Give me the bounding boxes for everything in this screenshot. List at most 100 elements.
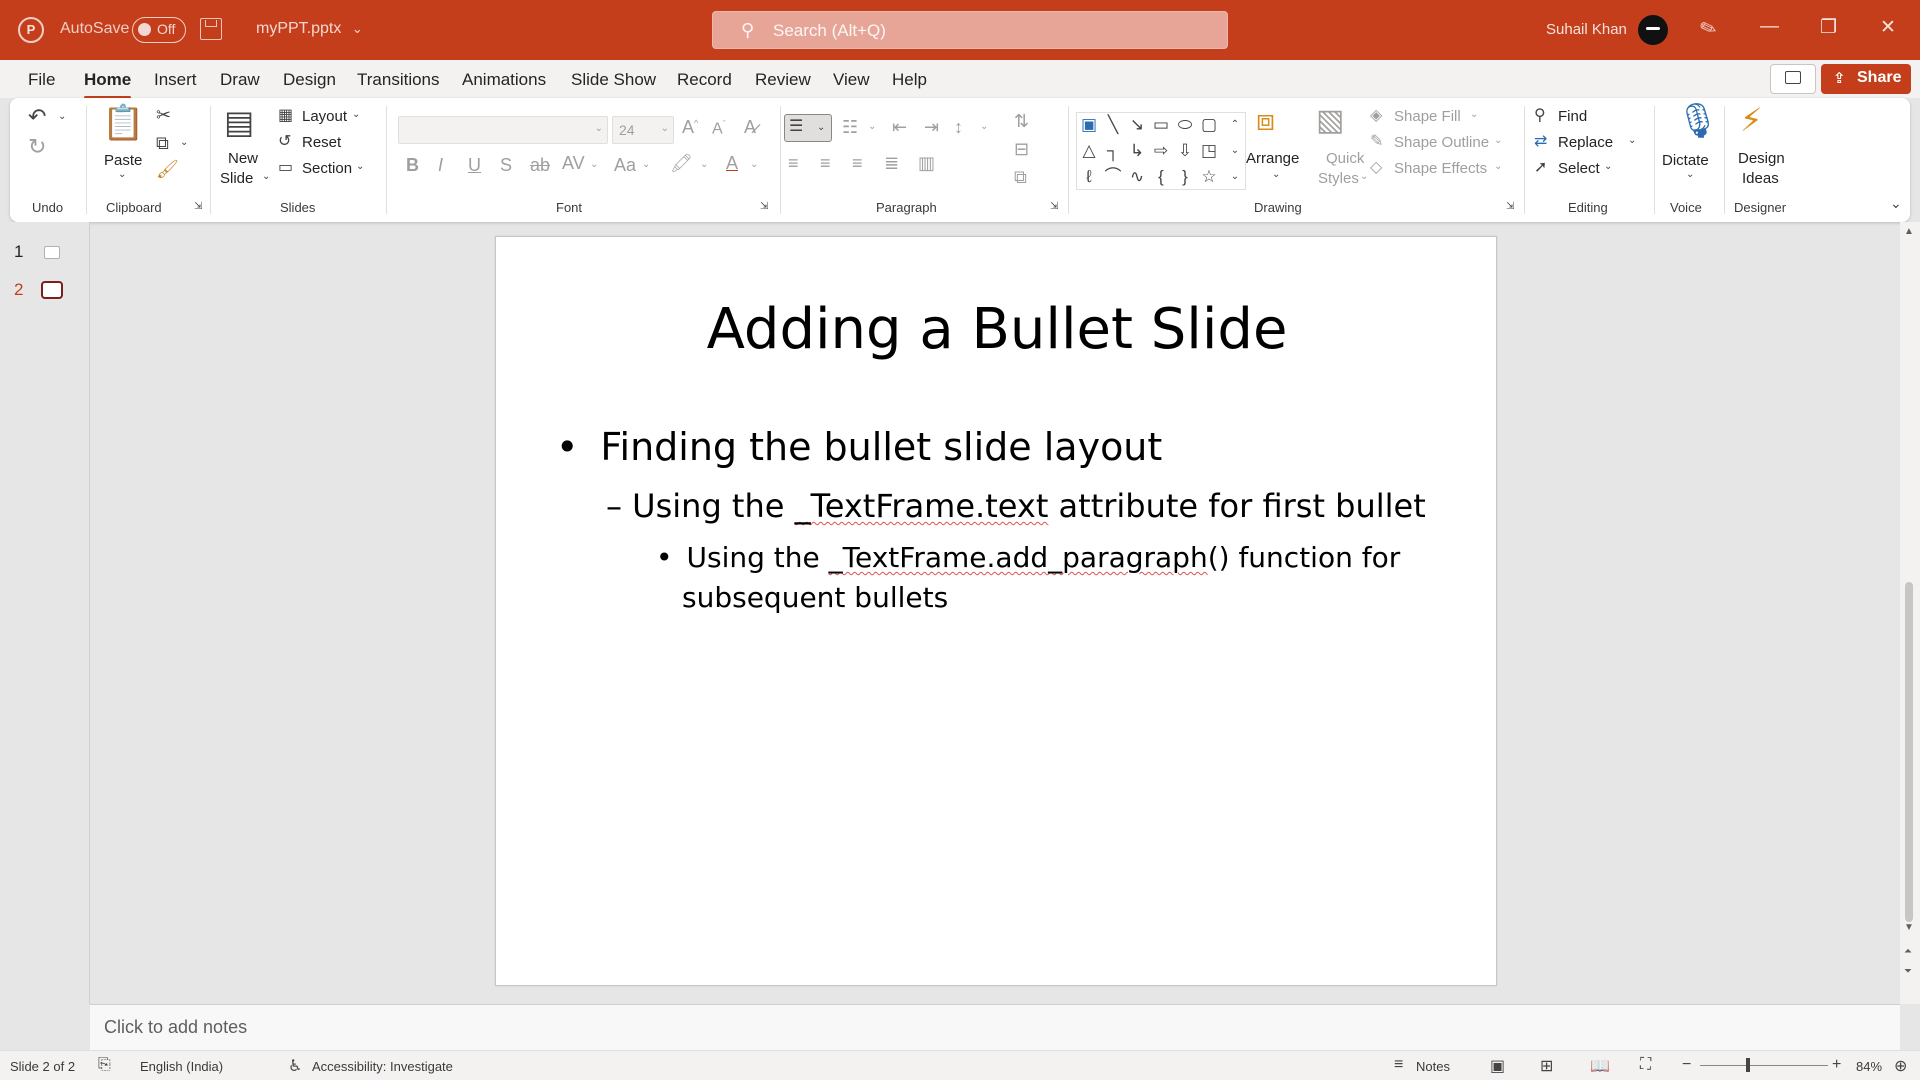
zoom-out-icon[interactable]: − [1682,1056,1691,1074]
text-direction-icon[interactable]: ⇅ [1014,112,1029,130]
shape-fill-button[interactable]: Shape Fill [1394,108,1461,125]
tab-review[interactable]: Review [755,70,811,90]
slide-canvas[interactable]: Adding a Bullet Slide • Finding the bulle… [495,236,1497,986]
right-arrow-shape-icon[interactable]: ⇨ [1149,139,1173,163]
restore-icon[interactable]: ❐ [1820,16,1837,39]
chevron-down-icon[interactable]: ⌄ [1604,162,1612,172]
scribble-shape-icon[interactable]: ℓ [1077,165,1101,189]
curve-shape-icon[interactable]: ∿ [1125,165,1149,189]
bullets-button[interactable]: ☰ ⌄ [784,114,832,142]
pen-icon[interactable]: ✎ [1696,14,1720,43]
normal-view-icon[interactable]: ▣ [1490,1056,1505,1076]
zoom-slider[interactable] [1700,1065,1828,1066]
tab-slide-show[interactable]: Slide Show [571,70,656,90]
chevron-down-icon[interactable]: ⌄ [262,172,270,182]
line-spacing-icon[interactable]: ↕ [954,118,963,136]
gallery-expand-icon[interactable]: ⌄ [1223,165,1247,189]
slide-sorter-icon[interactable]: ⊞ [1540,1056,1553,1076]
dialog-launcher-icon[interactable]: ⇲ [760,202,768,212]
clear-formatting-icon[interactable]: A̷ [744,118,756,136]
dialog-launcher-icon[interactable]: ⇲ [1506,202,1514,212]
align-left-icon[interactable]: ≡ [788,154,799,172]
quick-styles-label-1[interactable]: Quick [1326,150,1364,167]
chevron-down-icon[interactable]: ⌄ [58,112,66,122]
change-case-icon[interactable]: Aa [614,156,636,174]
chevron-down-icon[interactable]: ⌄ [868,122,876,132]
chevron-down-icon[interactable]: ⌄ [1470,110,1478,120]
tab-design[interactable]: Design [283,70,336,90]
layout-icon[interactable]: ▦ [278,108,293,124]
cut-icon[interactable]: ✂ [156,106,171,124]
tab-draw[interactable]: Draw [220,70,260,90]
accessibility-icon[interactable]: ♿ [288,1056,302,1076]
slide-title[interactable]: Adding a Bullet Slide [496,297,1498,362]
vertical-scrollbar[interactable]: ▲ ▼ ⏶ ⏷ [1900,222,1920,1004]
align-text-icon[interactable]: ⊟ [1014,140,1029,158]
autosave-toggle[interactable]: Off [132,17,186,43]
search-box[interactable]: ⚲ Search (Alt+Q) [712,11,1228,49]
down-arrow-shape-icon[interactable]: ⇩ [1173,139,1197,163]
paste-icon[interactable]: 📋 [102,106,144,140]
decrease-indent-icon[interactable]: ⇤ [892,118,907,136]
chevron-down-icon[interactable]: ⌄ [750,160,758,170]
spelling-check-icon[interactable]: ⎘ [98,1056,111,1074]
italic-icon[interactable]: I [438,156,443,174]
section-icon[interactable]: ▭ [278,160,293,176]
file-name-menu[interactable]: myPPT.pptx ⌄ [256,20,363,38]
chevron-down-icon[interactable]: ⌄ [1686,170,1694,180]
oval-shape-icon[interactable]: ⬭ [1173,113,1197,137]
chevron-down-icon[interactable]: ⌄ [1494,162,1502,172]
character-spacing-icon[interactable]: AV [562,154,585,172]
dialog-launcher-icon[interactable]: ⇲ [1050,202,1058,212]
copy-icon[interactable]: ⧉ [156,134,169,152]
undo-icon[interactable]: ↶ [28,106,46,128]
replace-button[interactable]: Replace [1558,134,1613,151]
design-ideas-label-2[interactable]: Ideas [1742,170,1779,187]
arc-shape-icon[interactable]: ⌒ [1101,165,1125,189]
reset-icon[interactable]: ↺ [278,134,291,150]
chevron-down-icon[interactable]: ⌄ [642,160,650,170]
format-painter-icon[interactable]: 🖌 [156,160,179,178]
slide-thumbnail-2[interactable] [41,281,63,299]
left-brace-shape-icon[interactable]: { [1149,165,1173,189]
save-icon[interactable] [200,18,222,40]
tab-view[interactable]: View [833,70,870,90]
shape-effects-icon[interactable]: ◇ [1370,160,1382,176]
star-shape-icon[interactable]: ☆ [1197,165,1221,189]
tab-transitions[interactable]: Transitions [357,70,440,90]
tab-file[interactable]: File [28,70,55,90]
reading-view-icon[interactable]: 📖 [1590,1056,1610,1076]
arrange-icon[interactable]: ⧈ [1256,106,1275,136]
align-right-icon[interactable]: ≡ [852,154,863,172]
new-slide-label-2[interactable]: Slide [220,170,253,187]
ribbon-collapse-icon[interactable]: ⌄ [1890,196,1902,210]
share-button[interactable]: ⇪ Share [1821,64,1911,94]
tab-record[interactable]: Record [677,70,732,90]
scroll-up-icon[interactable]: ▲ [1904,226,1914,237]
user-name[interactable]: Suhail Khan [1546,21,1627,38]
find-icon[interactable]: ⚲ [1534,108,1546,124]
chevron-down-icon[interactable]: ⌄ [980,122,988,132]
bold-icon[interactable]: B [406,156,419,174]
line-shape-icon[interactable]: ╲ [1101,113,1125,137]
font-color-icon[interactable]: A [726,154,738,172]
rounded-rectangle-shape-icon[interactable]: ▢ [1197,113,1221,137]
elbow-arrow-shape-icon[interactable]: ↳ [1125,139,1149,163]
tab-animations[interactable]: Animations [462,70,546,90]
design-ideas-icon[interactable]: ⚡ [1740,104,1762,136]
chevron-down-icon[interactable]: ⌄ [1272,170,1280,180]
reset-button[interactable]: Reset [302,134,341,151]
shape-fill-icon[interactable]: ◈ [1370,108,1382,124]
increase-font-icon[interactable]: A^ [682,118,698,136]
bullet-level-2[interactable]: – Using the _TextFrame.text attribute fo… [606,487,1426,525]
close-icon[interactable]: ✕ [1880,16,1896,39]
chevron-down-icon[interactable]: ⌄ [180,138,188,148]
shadow-icon[interactable]: S [500,156,512,174]
highlight-icon[interactable]: 🖍 [670,154,693,172]
scroll-down-icon[interactable]: ▼ [1904,922,1914,933]
tab-help[interactable]: Help [892,70,927,90]
section-button[interactable]: Section [302,160,352,177]
new-slide-icon[interactable]: ▤ [224,106,254,138]
select-cursor-icon[interactable]: ➚ [1534,160,1547,176]
notes-icon[interactable]: ≡ [1394,1056,1403,1074]
